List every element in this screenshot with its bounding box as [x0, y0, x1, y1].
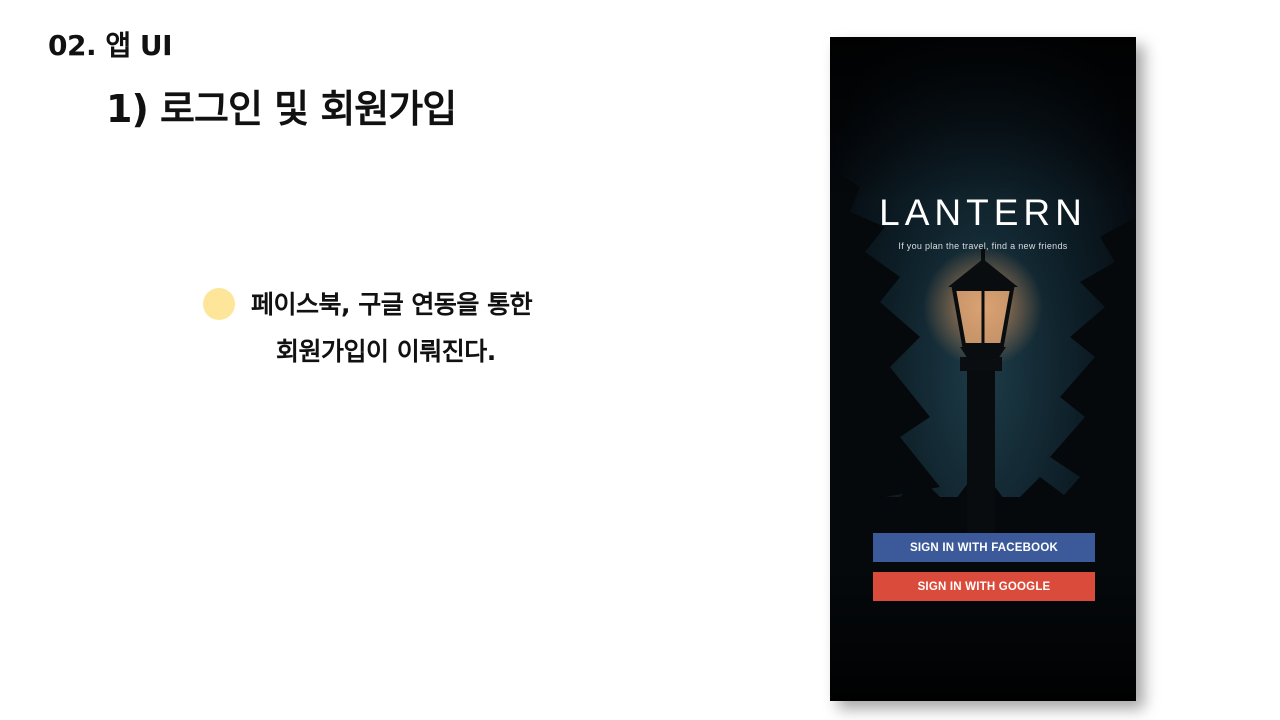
description-line-2: 회원가입이 이뤄진다.: [276, 337, 496, 366]
sign-in-google-button[interactable]: SIGN IN WITH GOOGLE: [873, 572, 1095, 601]
app-tagline: If you plan the travel, find a new frien…: [898, 241, 1068, 251]
app-login-screen: LANTERN If you plan the travel, find a n…: [830, 37, 1136, 701]
bullet-dot: [203, 288, 235, 320]
section-title: 02. 앱 UI: [48, 29, 173, 62]
lantern-background-image: [830, 37, 1136, 701]
sign-in-facebook-button[interactable]: SIGN IN WITH FACEBOOK: [873, 533, 1095, 562]
slide-subtitle: 1) 로그인 및 회원가입: [106, 87, 457, 131]
app-title: LANTERN: [879, 192, 1087, 233]
description-line-1: 페이스북, 구글 연동을 통한: [251, 290, 533, 319]
